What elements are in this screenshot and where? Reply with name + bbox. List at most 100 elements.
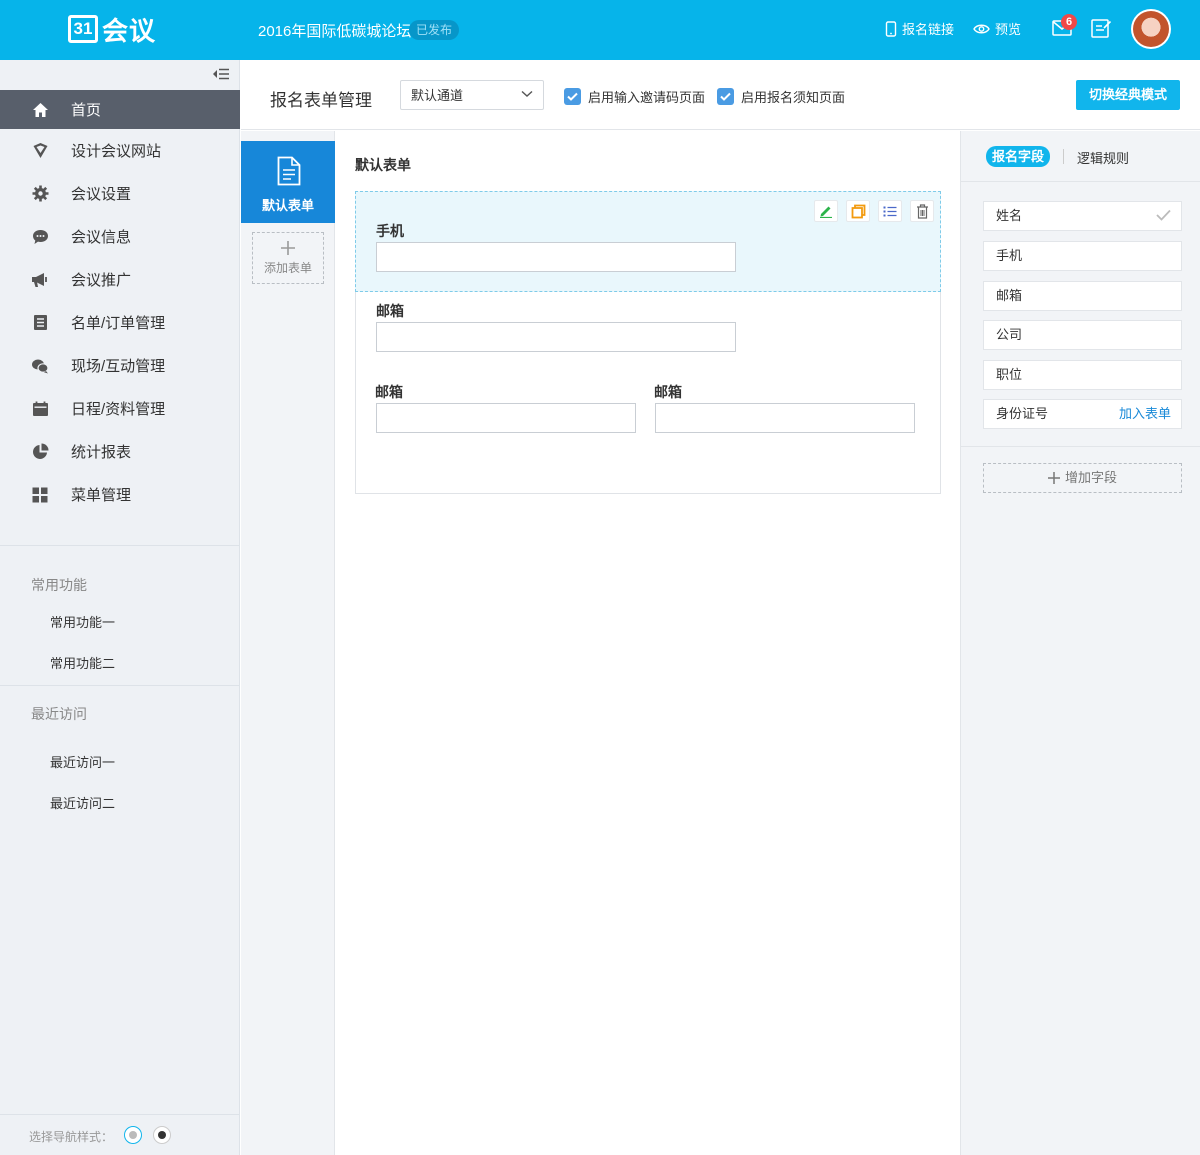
- sidebar-item-label: 日程/资料管理: [71, 401, 166, 418]
- add-to-form-link[interactable]: 加入表单: [1119, 400, 1171, 428]
- form-canvas: 默认表单 手机 邮箱 邮箱 邮箱: [336, 131, 960, 1155]
- tab-registration-fields[interactable]: 报名字段: [986, 146, 1051, 167]
- nav-style-selector: 选择导航样式：: [0, 1114, 240, 1155]
- design-icon: [31, 142, 49, 160]
- checkbox-checked-icon: [564, 88, 581, 105]
- field-label-phone: 手机: [376, 223, 404, 239]
- delete-field-button[interactable]: [910, 200, 934, 222]
- sidebar-item-onsite[interactable]: 现场/互动管理: [0, 344, 240, 387]
- sidebar-item-promotion[interactable]: 会议推广: [0, 258, 240, 301]
- plus-icon: [1047, 472, 1060, 484]
- sidebar-item-info[interactable]: 会议信息: [0, 215, 240, 258]
- field-options-button[interactable]: [878, 200, 902, 222]
- page-toolbar: 报名表单管理 默认通道 启用输入邀请码页面 启用报名须知页面 切换经典模式: [241, 60, 1200, 130]
- sidebar-item-orders[interactable]: 名单/订单管理: [0, 301, 240, 344]
- home-icon: [31, 101, 49, 119]
- field-label-email-2: 邮箱: [375, 384, 403, 400]
- email-input-3[interactable]: [655, 403, 915, 433]
- field-item-label: 职位: [996, 367, 1023, 382]
- user-avatar[interactable]: [1131, 9, 1171, 49]
- channel-select[interactable]: 默认通道: [400, 80, 544, 110]
- panel-divider: [961, 446, 1200, 447]
- sidebar-item-home[interactable]: 首页: [0, 90, 240, 129]
- field-panel: 报名字段 逻辑规则 姓名 手机 邮箱 公司 职位 身份证号 加入表单 增加字段: [960, 131, 1200, 1155]
- sidebar-item-label: 会议推广: [71, 272, 132, 289]
- eye-icon: [973, 24, 990, 33]
- sidebar-item-schedule[interactable]: 日程/资料管理: [0, 387, 240, 430]
- sidebar-item-reports[interactable]: 统计报表: [0, 430, 240, 473]
- registration-link-label: 报名链接: [902, 22, 955, 37]
- invite-code-label: 启用输入邀请码页面: [588, 90, 706, 105]
- sidebar-item-design-site[interactable]: 设计会议网站: [0, 129, 240, 172]
- registration-notice-checkbox[interactable]: 启用报名须知页面: [717, 87, 845, 106]
- page-title: 报名表单管理: [270, 91, 372, 110]
- selected-field[interactable]: 手机: [355, 191, 941, 292]
- field-item-email[interactable]: 邮箱: [983, 281, 1182, 311]
- sidebar-item-label: 现场/互动管理: [71, 358, 166, 375]
- field-item-position[interactable]: 职位: [983, 360, 1182, 390]
- phone-icon: [885, 20, 897, 37]
- event-title: 2016年国际低碳城论坛: [258, 23, 412, 40]
- logo-mark: 31: [68, 15, 98, 43]
- field-toolbar: [814, 200, 934, 222]
- sidebar-item-label: 统计报表: [71, 444, 132, 461]
- chevron-down-icon: [521, 90, 533, 97]
- registration-link-button[interactable]: 报名链接: [885, 19, 954, 38]
- form-tab-default[interactable]: 默认表单: [241, 141, 335, 223]
- main-nav: 首页 设计会议网站 会议设置 会议信息 会议推广 名单/订单管理 现场/互动管理: [0, 90, 240, 516]
- document-icon: [277, 156, 301, 186]
- preview-button[interactable]: 预览: [973, 19, 1021, 38]
- tab-logic-rules[interactable]: 逻辑规则: [1077, 148, 1129, 167]
- check-icon: [1156, 209, 1171, 221]
- edit-field-button[interactable]: [814, 200, 838, 222]
- logo-text: 会议: [102, 15, 157, 46]
- sidebar-item-label: 会议信息: [71, 229, 132, 246]
- list-icon: [31, 314, 49, 332]
- add-field-button[interactable]: 增加字段: [983, 463, 1182, 493]
- trash-icon: [916, 203, 928, 219]
- sidebar-item-label: 名单/订单管理: [71, 315, 166, 332]
- collapse-sidebar-button[interactable]: [212, 68, 230, 83]
- field-item-phone[interactable]: 手机: [983, 241, 1182, 271]
- interact-icon: [31, 357, 49, 375]
- field-item-id-number[interactable]: 身份证号 加入表单: [983, 399, 1182, 429]
- sidebar-item-settings[interactable]: 会议设置: [0, 172, 240, 215]
- sidebar-item-menu[interactable]: 菜单管理: [0, 473, 240, 516]
- preview-label: 预览: [995, 22, 1022, 37]
- app-logo[interactable]: 31 会议: [68, 14, 156, 46]
- edit-note-button[interactable]: [1091, 18, 1112, 41]
- common-functions-heading: 常用功能: [31, 577, 87, 593]
- field-label-email: 邮箱: [376, 303, 404, 319]
- field-panel-tabs: 报名字段 逻辑规则: [961, 131, 1200, 182]
- gear-icon: [31, 185, 49, 203]
- channel-select-value: 默认通道: [411, 88, 464, 103]
- checkbox-checked-icon: [717, 88, 734, 105]
- field-item-name[interactable]: 姓名: [983, 201, 1182, 231]
- sidebar-divider: [0, 685, 240, 686]
- registration-notice-label: 启用报名须知页面: [741, 90, 846, 105]
- sidebar-divider: [0, 545, 240, 546]
- switch-classic-mode-button[interactable]: 切换经典模式: [1076, 80, 1180, 110]
- pie-chart-icon: [31, 443, 49, 461]
- megaphone-icon: [31, 271, 49, 289]
- field-item-label: 公司: [996, 327, 1023, 342]
- nav-style-dark-radio[interactable]: [153, 1126, 171, 1144]
- common-function-item-2[interactable]: 常用功能二: [50, 653, 115, 672]
- sidebar-item-label: 会议设置: [71, 186, 132, 203]
- add-form-label: 添加表单: [263, 261, 312, 275]
- add-form-button[interactable]: 添加表单: [252, 232, 324, 284]
- grid-icon: [31, 486, 49, 504]
- recent-visit-item-2[interactable]: 最近访问二: [50, 793, 115, 812]
- nav-style-light-radio[interactable]: [124, 1126, 142, 1144]
- nav-style-label: 选择导航样式：: [29, 1130, 114, 1144]
- phone-input[interactable]: [376, 242, 736, 272]
- email-input[interactable]: [376, 322, 736, 352]
- recent-visit-item-1[interactable]: 最近访问一: [50, 752, 115, 771]
- sidebar-item-label: 首页: [71, 102, 102, 119]
- field-item-company[interactable]: 公司: [983, 320, 1182, 350]
- copy-field-button[interactable]: [846, 200, 870, 222]
- invite-code-checkbox[interactable]: 启用输入邀请码页面: [564, 87, 705, 106]
- email-input-2[interactable]: [376, 403, 636, 433]
- common-function-item-1[interactable]: 常用功能一: [50, 612, 115, 631]
- list-options-icon: [883, 206, 897, 216]
